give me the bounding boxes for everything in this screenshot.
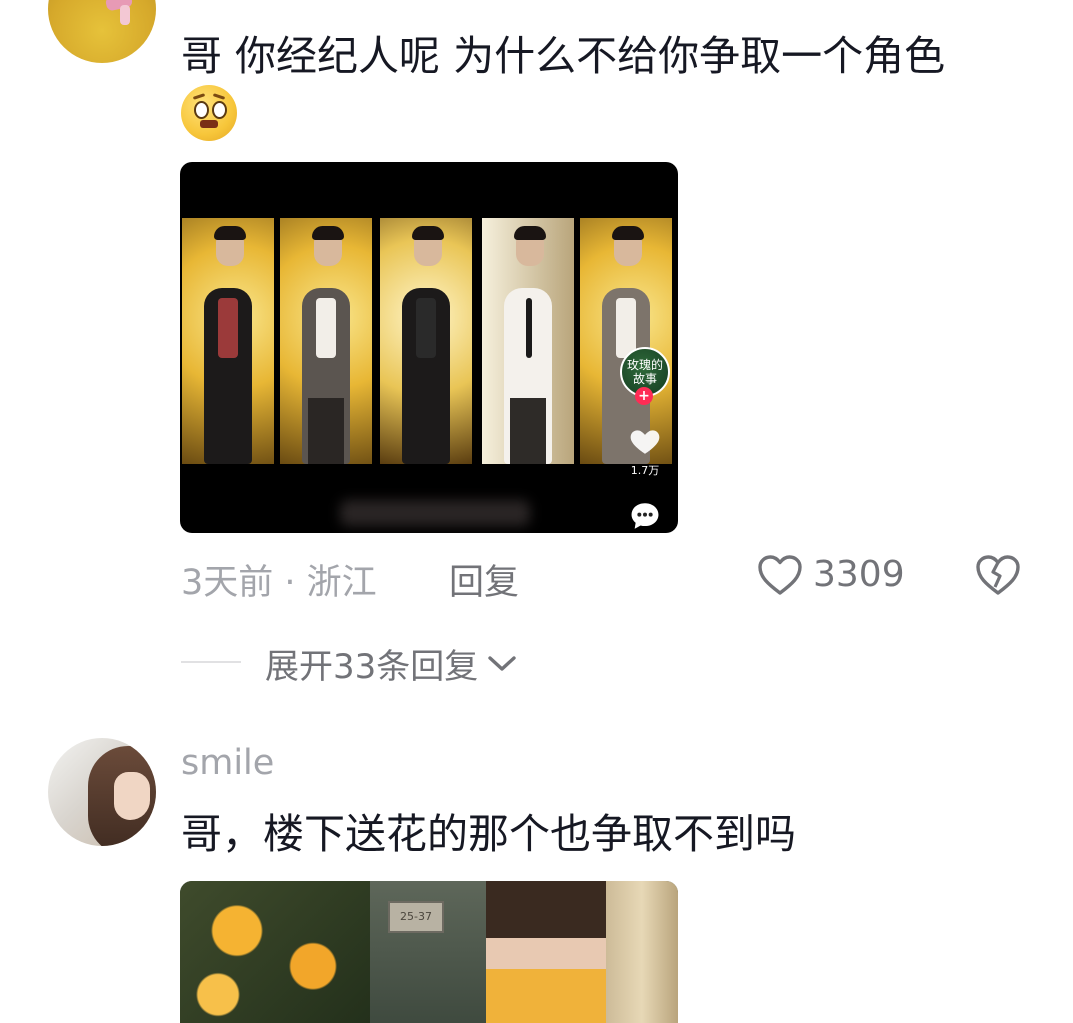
commenter-avatar[interactable] bbox=[48, 0, 156, 63]
expand-replies-button[interactable]: 展开33条回复 bbox=[265, 639, 518, 688]
heart-icon[interactable] bbox=[628, 424, 662, 458]
chevron-down-icon bbox=[488, 655, 516, 671]
music-disc-label: 玫瑰的故事 bbox=[626, 358, 663, 386]
video-frame-panel bbox=[482, 218, 574, 464]
like-count: 3309 bbox=[813, 554, 905, 595]
comment-text: 哥，楼下送花的那个也争取不到吗 bbox=[181, 810, 796, 858]
comment-text: 哥 你经纪人呢 为什么不给你争取一个角色 bbox=[181, 32, 946, 80]
commenter-username[interactable]: smile bbox=[181, 743, 274, 783]
video-frame-panel bbox=[280, 218, 372, 464]
image-door-region bbox=[606, 881, 678, 1023]
video-frame-panel bbox=[182, 218, 274, 464]
dislike-broken-heart-icon[interactable] bbox=[974, 553, 1022, 597]
video-like-count: 1.7万 bbox=[630, 464, 660, 477]
video-thumbnail[interactable]: 玫瑰的故事 + 1.7万 bbox=[180, 162, 678, 533]
comment-image[interactable]: 25-37 bbox=[180, 881, 678, 1023]
like-heart-icon[interactable] bbox=[756, 553, 804, 597]
expand-divider bbox=[181, 661, 241, 663]
video-frame-panel bbox=[380, 218, 472, 464]
commenter-avatar[interactable] bbox=[48, 738, 156, 846]
comment-time-location: 3天前 · 浙江 bbox=[181, 563, 377, 603]
comment-bubble-icon[interactable] bbox=[628, 499, 662, 533]
image-flowers-region bbox=[180, 881, 370, 1023]
reply-button[interactable]: 回复 bbox=[449, 554, 519, 605]
image-person-region bbox=[486, 881, 606, 1023]
pleading-face-emoji bbox=[181, 85, 237, 141]
image-sign: 25-37 bbox=[388, 901, 444, 933]
video-caption bbox=[340, 500, 530, 526]
expand-replies-label: 展开33条回复 bbox=[265, 647, 479, 687]
follow-plus-icon[interactable]: + bbox=[635, 387, 653, 405]
